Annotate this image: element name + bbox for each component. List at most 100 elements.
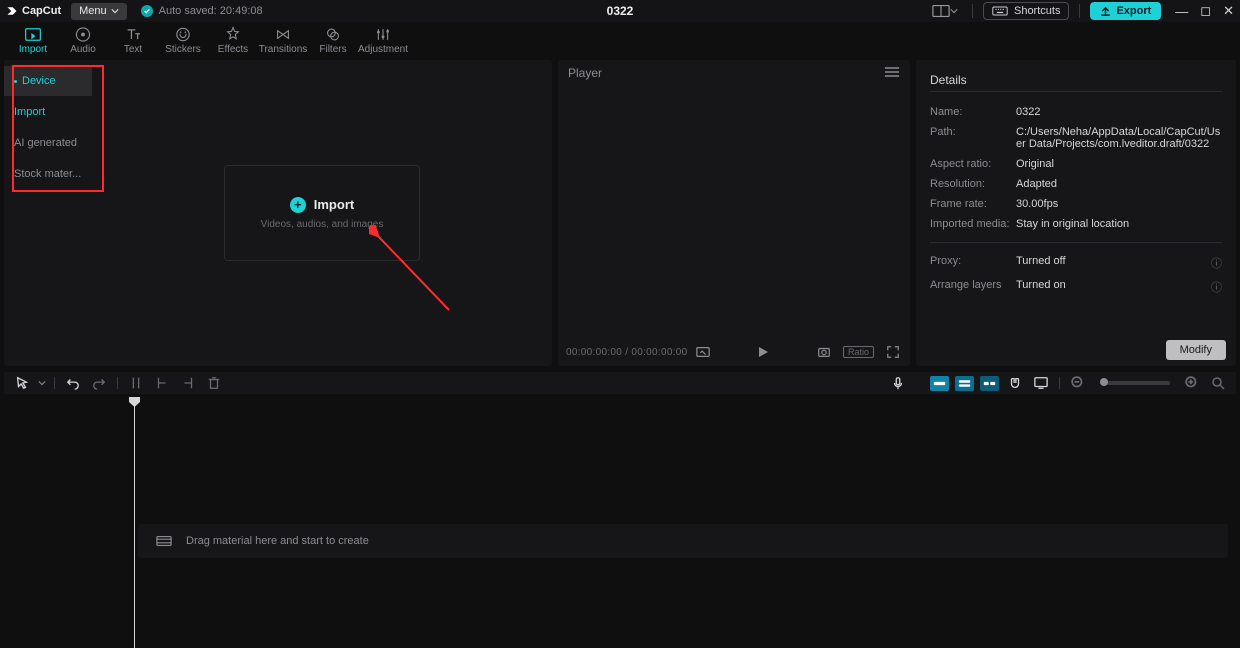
details-key: Proxy:: [930, 255, 1016, 271]
sidebar-item-import[interactable]: Import: [4, 97, 92, 127]
timeline-drop-hint: Drag material here and start to create: [138, 524, 1228, 558]
sidebar-item-stock-materials[interactable]: Stock mater...: [4, 159, 92, 189]
autosave-label: Auto saved: 20:49:08: [159, 5, 263, 17]
zoom-slider[interactable]: [1100, 381, 1170, 385]
details-value: 0322: [1016, 106, 1222, 118]
tab-audio[interactable]: Audio: [58, 22, 108, 60]
modify-button[interactable]: Modify: [1166, 340, 1226, 360]
shortcuts-label: Shortcuts: [1014, 5, 1060, 17]
trim-right-button[interactable]: [178, 373, 198, 393]
tab-import[interactable]: Import: [8, 22, 58, 60]
separator: [972, 4, 973, 18]
text-tab-icon: [124, 26, 142, 43]
check-icon: [141, 5, 153, 17]
tab-label: Text: [124, 44, 142, 55]
sidebar-item-ai-generated[interactable]: AI generated: [4, 128, 92, 158]
tab-stickers[interactable]: Stickers: [158, 22, 208, 60]
stickers-tab-icon: [174, 26, 192, 43]
tab-transitions[interactable]: Transitions: [258, 22, 308, 60]
info-icon[interactable]: ⓘ: [1211, 255, 1222, 271]
player-thumbnail-button[interactable]: [694, 343, 712, 361]
playhead-line: [134, 402, 135, 648]
info-icon[interactable]: ⓘ: [1211, 279, 1222, 295]
import-subtitle: Videos, audios, and images: [261, 219, 384, 230]
preview-button[interactable]: [1031, 373, 1051, 393]
maximize-button[interactable]: ◻: [1200, 3, 1211, 19]
trim-left-button[interactable]: [152, 373, 172, 393]
close-button[interactable]: ✕: [1223, 3, 1234, 19]
details-value: 30.00fps: [1016, 198, 1222, 210]
record-audio-button[interactable]: [888, 373, 908, 393]
filters-tab-icon: [324, 26, 342, 43]
player-pane: Player 00:00:00:00 / 00:00:00:00 Ratio: [558, 60, 910, 366]
track-toggle-audio[interactable]: [955, 376, 974, 391]
details-value: Original: [1016, 158, 1222, 170]
minimize-button[interactable]: —: [1175, 4, 1188, 19]
details-key: Resolution:: [930, 178, 1016, 190]
menu-button[interactable]: Menu: [71, 3, 127, 20]
delete-button[interactable]: [204, 373, 224, 393]
import-dropzone[interactable]: + Import Videos, audios, and images: [224, 165, 420, 261]
layout-button[interactable]: [928, 2, 962, 20]
tab-adjustment[interactable]: Adjustment: [358, 22, 408, 60]
zoom-out-button[interactable]: [1068, 373, 1088, 393]
track-toggle-main[interactable]: [930, 376, 949, 391]
sidebar-item-label: Device: [22, 75, 56, 87]
zoom-in-button[interactable]: [1182, 373, 1202, 393]
transitions-tab-icon: [274, 26, 292, 43]
details-pane: Details Name:0322 Path:C:/Users/Neha/App…: [916, 60, 1236, 366]
tab-label: Stickers: [165, 44, 201, 55]
app-name: CapCut: [22, 5, 61, 17]
fullscreen-button[interactable]: [884, 343, 902, 361]
magnet-button[interactable]: [1005, 373, 1025, 393]
tab-label: Import: [19, 44, 47, 55]
adjustment-tab-icon: [374, 26, 392, 43]
project-title: 0322: [607, 4, 634, 18]
select-tool[interactable]: [12, 373, 32, 393]
details-key: Aspect ratio:: [930, 158, 1016, 170]
app-logo: CapCut: [6, 5, 61, 17]
details-value: Turned on: [1016, 279, 1211, 295]
tab-label: Transitions: [259, 44, 308, 55]
details-key: Path:: [930, 126, 1016, 150]
chevron-down-icon: [950, 7, 958, 15]
split-button[interactable]: [126, 373, 146, 393]
snapshot-button[interactable]: [815, 343, 833, 361]
tab-label: Audio: [70, 44, 96, 55]
capcut-logo-icon: [6, 5, 18, 17]
zoom-fit-button[interactable]: [1208, 373, 1228, 393]
export-button[interactable]: Export: [1090, 2, 1161, 20]
details-key: Imported media:: [930, 218, 1016, 230]
undo-button[interactable]: [63, 373, 83, 393]
title-bar: CapCut Menu Auto saved: 20:49:08 0322 Sh…: [0, 0, 1240, 22]
plus-icon: +: [290, 197, 306, 213]
player-timecode: 00:00:00:00 / 00:00:00:00: [566, 347, 688, 358]
tab-filters[interactable]: Filters: [308, 22, 358, 60]
media-source-list: Device Import AI generated Stock mater..…: [4, 60, 92, 366]
shortcuts-button[interactable]: Shortcuts: [983, 2, 1069, 20]
tab-text[interactable]: Text: [108, 22, 158, 60]
play-button[interactable]: [754, 343, 772, 361]
sidebar-item-device[interactable]: Device: [4, 66, 92, 96]
separator: [1079, 4, 1080, 18]
tab-effects[interactable]: Effects: [208, 22, 258, 60]
layout-icon: [932, 4, 950, 18]
player-title: Player: [568, 66, 602, 80]
hamburger-icon: [884, 66, 900, 78]
chevron-down-icon: [38, 379, 46, 387]
player-more-button[interactable]: [884, 66, 900, 81]
timeline-panel[interactable]: Drag material here and start to create: [0, 394, 1240, 648]
timeline-hint-text: Drag material here and start to create: [186, 535, 369, 547]
ratio-chip[interactable]: Ratio: [843, 346, 874, 358]
modify-label: Modify: [1180, 344, 1212, 356]
details-key: Name:: [930, 106, 1016, 118]
sidebar-item-label: Import: [14, 106, 45, 118]
details-key: Arrange layers: [930, 279, 1016, 295]
redo-button[interactable]: [89, 373, 109, 393]
tab-label: Effects: [218, 44, 248, 55]
audio-tab-icon: [74, 26, 92, 43]
autosave-status: Auto saved: 20:49:08: [141, 5, 263, 17]
import-tab-icon: [24, 26, 42, 43]
track-toggle-text[interactable]: [980, 376, 999, 391]
details-key: Frame rate:: [930, 198, 1016, 210]
